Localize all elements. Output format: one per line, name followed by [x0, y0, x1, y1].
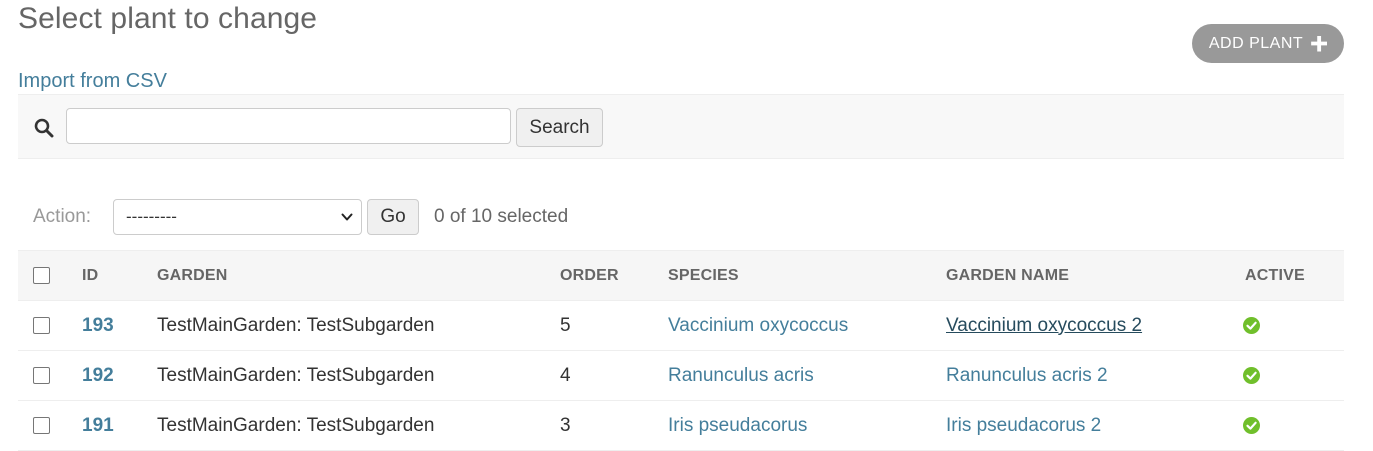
table-header-row: ID GARDEN ORDER SPECIES GARDEN NAME ACTI… — [18, 250, 1344, 301]
active-check-icon — [1243, 316, 1260, 334]
table-row: 191 TestMainGarden: TestSubgarden 3 Iris… — [18, 400, 1344, 451]
row-select-cell — [18, 300, 82, 351]
action-select-value: --------- — [126, 207, 177, 226]
species-cell: Vaccinium oxycoccus — [668, 300, 946, 351]
active-cell — [1243, 350, 1344, 401]
column-header-species[interactable]: SPECIES — [668, 250, 946, 301]
active-check-icon — [1243, 366, 1260, 384]
action-label: Action: — [33, 206, 92, 227]
row-checkbox[interactable] — [33, 416, 50, 434]
row-select-cell — [18, 400, 82, 451]
row-checkbox[interactable] — [33, 316, 50, 334]
search-input[interactable] — [66, 108, 511, 144]
select-all-checkbox[interactable] — [33, 266, 50, 284]
garden-name-link[interactable]: Ranunculus acris 2 — [946, 365, 1108, 386]
page-title: Select plant to change — [18, 2, 318, 35]
garden-cell: TestMainGarden: TestSubgarden — [157, 400, 560, 451]
chevron-down-icon — [341, 213, 353, 221]
results-table: ID GARDEN ORDER SPECIES GARDEN NAME ACTI… — [18, 250, 1344, 451]
garden-name-cell: Iris pseudacorus 2 — [946, 400, 1245, 451]
column-header-order[interactable]: ORDER — [560, 250, 668, 301]
order-cell: 5 — [560, 300, 668, 351]
species-link[interactable]: Vaccinium oxycoccus — [668, 315, 848, 336]
search-toolbar: Search — [18, 94, 1344, 159]
garden-name-link[interactable]: Vaccinium oxycoccus 2 — [946, 315, 1142, 336]
row-checkbox[interactable] — [33, 366, 50, 384]
active-check-icon — [1243, 416, 1260, 434]
garden-name-link[interactable]: Iris pseudacorus 2 — [946, 415, 1101, 436]
active-cell — [1243, 300, 1344, 351]
table-row: 193 TestMainGarden: TestSubgarden 5 Vacc… — [18, 300, 1344, 351]
order-cell: 3 — [560, 400, 668, 451]
order-cell: 4 — [560, 350, 668, 401]
add-plant-button[interactable]: ADD PLANT — [1192, 24, 1344, 63]
species-link[interactable]: Iris pseudacorus — [668, 415, 807, 436]
search-icon — [34, 118, 54, 138]
plus-icon — [1311, 35, 1328, 52]
active-cell — [1243, 400, 1344, 451]
header-select-all — [18, 250, 82, 301]
column-header-garden[interactable]: GARDEN — [157, 250, 560, 301]
garden-name-cell: Vaccinium oxycoccus 2 — [946, 300, 1245, 351]
garden-cell: TestMainGarden: TestSubgarden — [157, 300, 560, 351]
column-header-active[interactable]: ACTIVE — [1245, 250, 1344, 301]
import-csv-link[interactable]: Import from CSV — [18, 70, 167, 93]
actions-bar: Action: --------- Go 0 of 10 selected — [18, 196, 718, 238]
column-header-id[interactable]: ID — [82, 250, 157, 301]
id-link[interactable]: 192 — [82, 365, 114, 386]
selection-count: 0 of 10 selected — [434, 206, 569, 227]
action-select[interactable]: --------- — [113, 199, 362, 235]
id-link[interactable]: 193 — [82, 315, 114, 336]
id-link[interactable]: 191 — [82, 415, 114, 436]
column-header-garden-name[interactable]: GARDEN NAME — [946, 250, 1245, 301]
row-select-cell — [18, 350, 82, 401]
id-cell: 192 — [82, 350, 157, 401]
id-cell: 193 — [82, 300, 157, 351]
garden-name-cell: Ranunculus acris 2 — [946, 350, 1245, 401]
species-link[interactable]: Ranunculus acris — [668, 365, 814, 386]
go-button[interactable]: Go — [367, 199, 419, 235]
table-row: 192 TestMainGarden: TestSubgarden 4 Ranu… — [18, 350, 1344, 401]
species-cell: Ranunculus acris — [668, 350, 946, 401]
id-cell: 191 — [82, 400, 157, 451]
search-button[interactable]: Search — [516, 108, 603, 147]
add-plant-label: ADD PLANT — [1208, 34, 1304, 52]
species-cell: Iris pseudacorus — [668, 400, 946, 451]
garden-cell: TestMainGarden: TestSubgarden — [157, 350, 560, 401]
